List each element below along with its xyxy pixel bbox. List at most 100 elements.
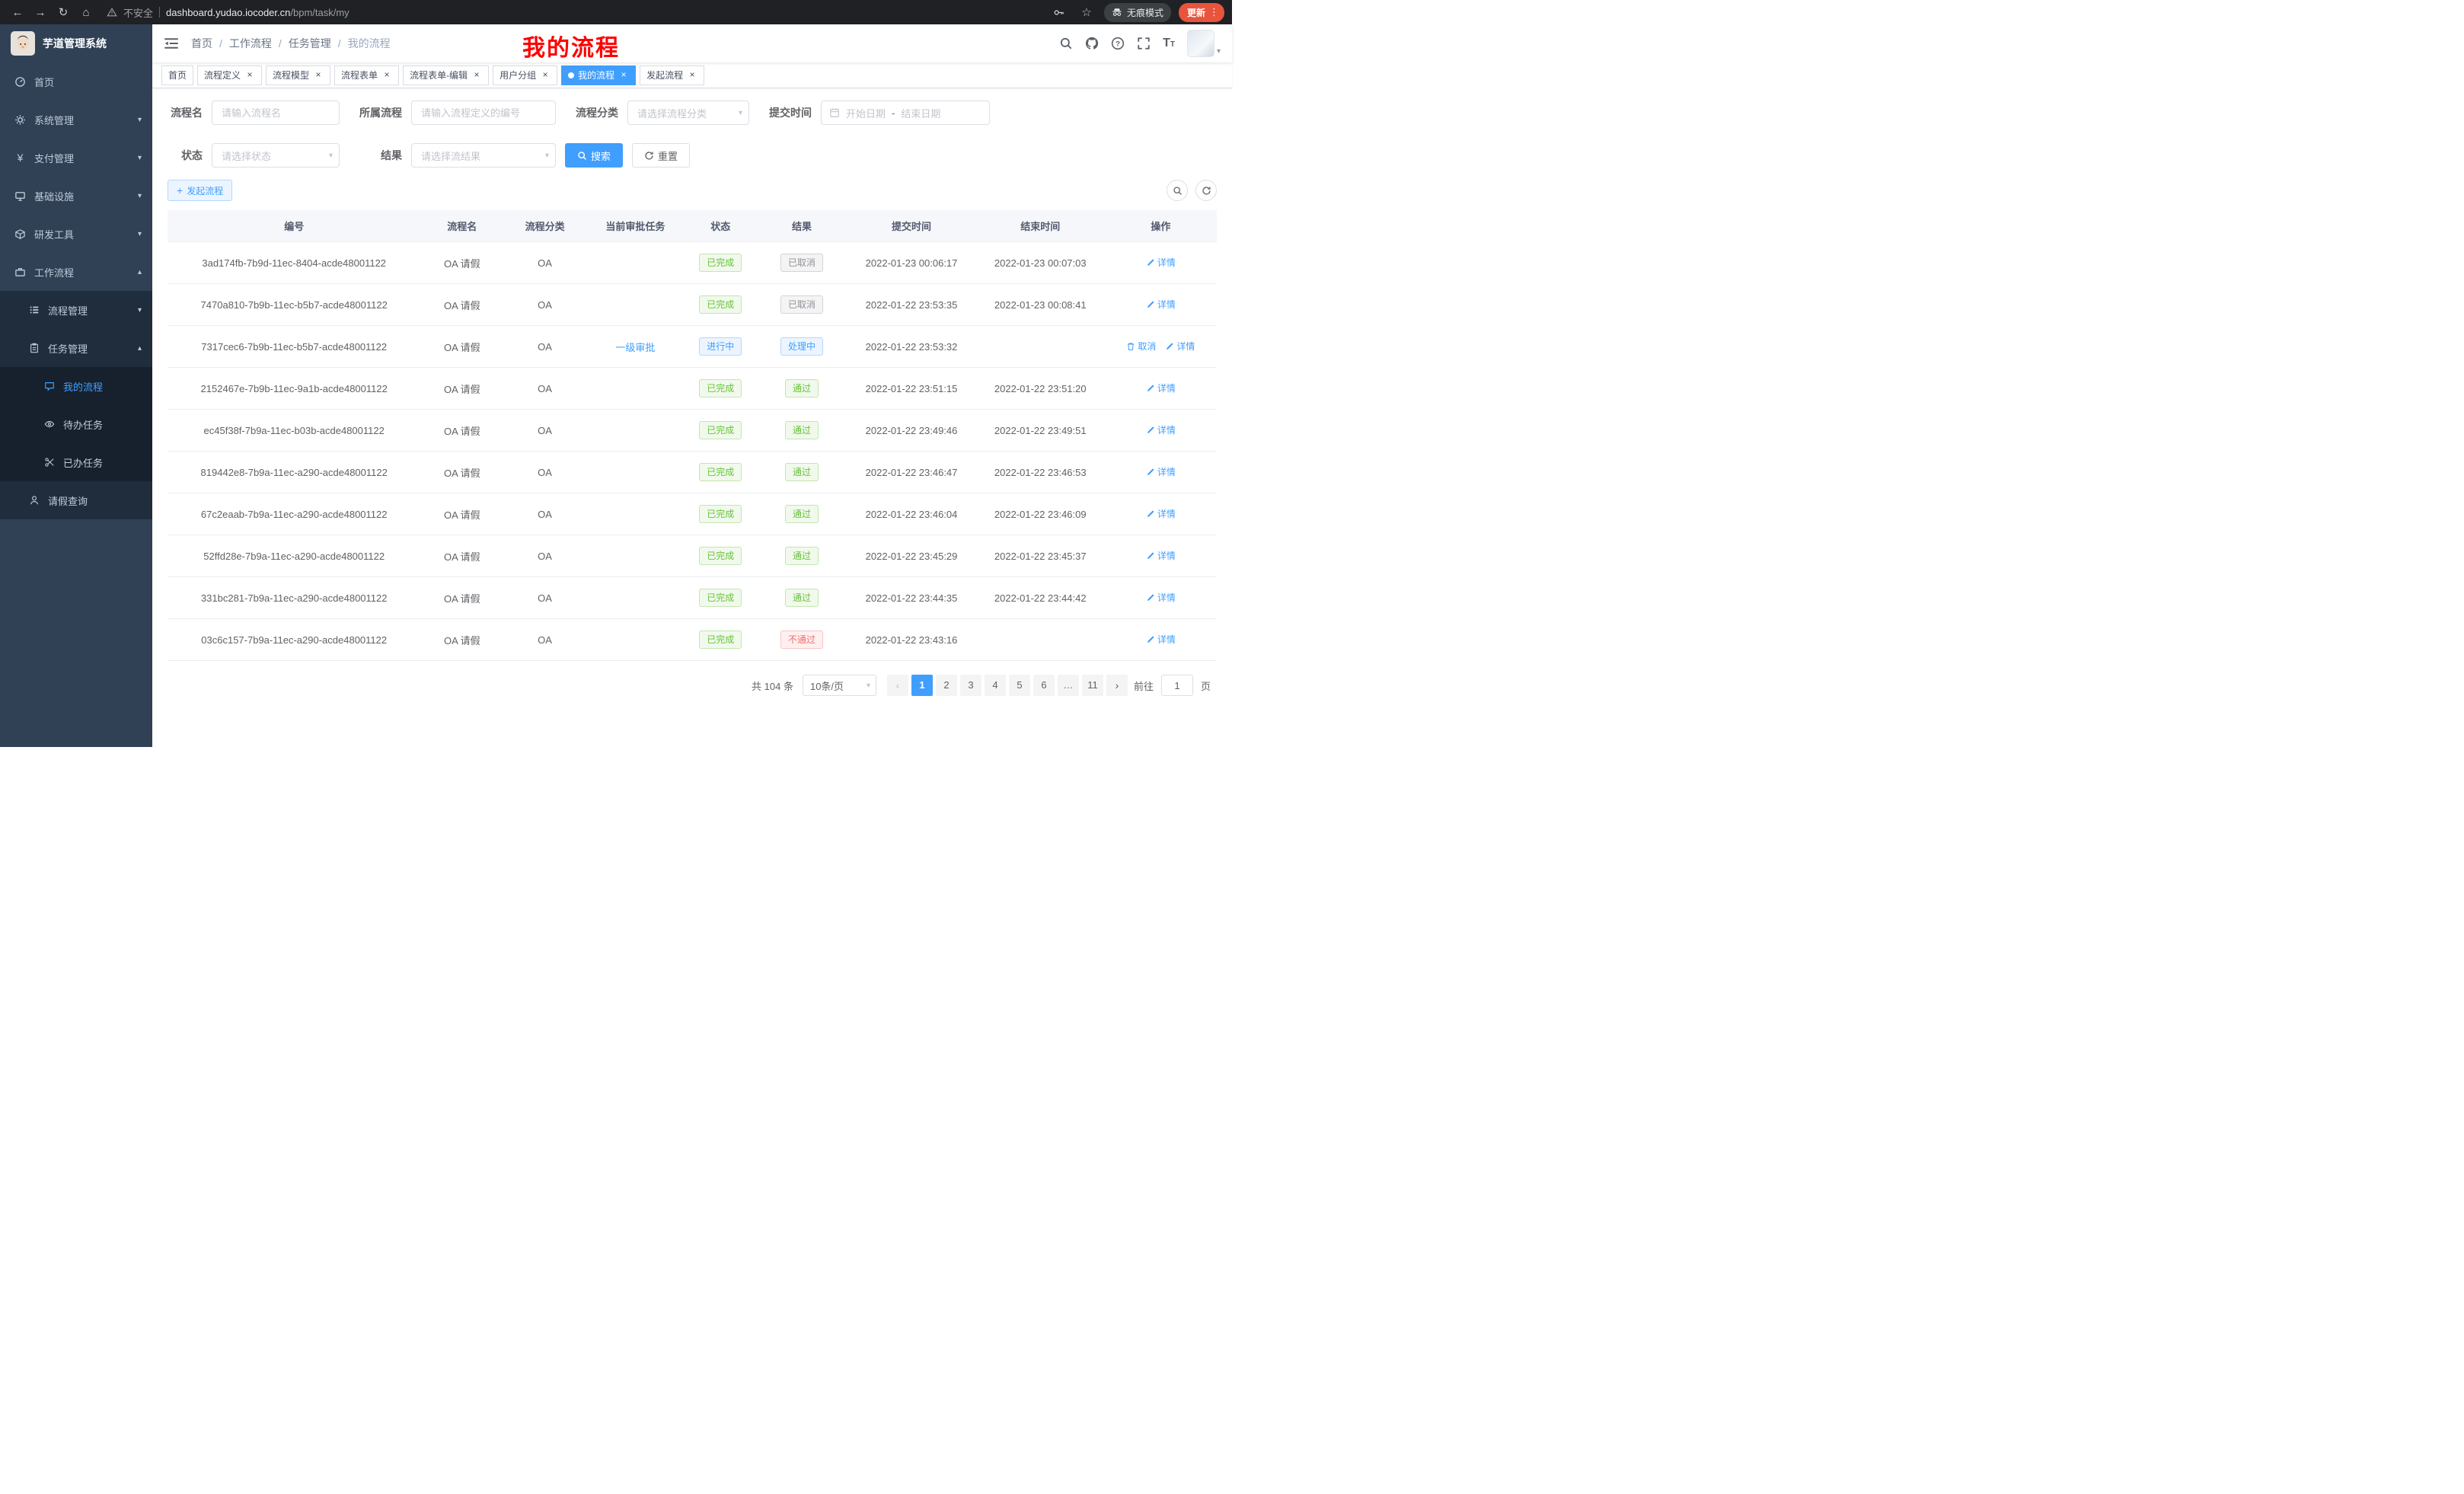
pager-more-icon[interactable]: … <box>1058 675 1079 696</box>
next-page-button[interactable]: › <box>1106 675 1128 696</box>
cancel-action-link[interactable]: 取消 <box>1126 340 1156 353</box>
result-select[interactable]: 请选择流结果 ▾ <box>411 143 556 168</box>
tag-item[interactable]: 首页 <box>161 65 193 85</box>
page-button[interactable]: 3 <box>960 675 981 696</box>
sidebar-item-task-mgmt[interactable]: 任务管理 ▴ <box>0 329 152 367</box>
close-icon[interactable]: × <box>687 70 697 81</box>
tag-item[interactable]: 发起流程 × <box>640 65 704 85</box>
sidebar-item-payment[interactable]: ¥ 支付管理 ▾ <box>0 139 152 177</box>
tag-item[interactable]: 用户分组× <box>493 65 557 85</box>
category-select[interactable]: 请选择流程分类 ▾ <box>627 101 749 125</box>
tag-item[interactable]: 流程定义× <box>197 65 262 85</box>
reset-button[interactable]: 重置 <box>632 143 690 168</box>
detail-action-link[interactable]: 详情 <box>1146 423 1176 436</box>
bookmark-star-icon[interactable]: ☆ <box>1077 2 1096 22</box>
prev-page-button[interactable]: ‹ <box>887 675 908 696</box>
close-icon[interactable]: × <box>540 70 551 81</box>
detail-action-link[interactable]: 详情 <box>1146 633 1176 646</box>
chat-bubble-icon <box>43 381 56 391</box>
sidebar-item-done-tasks[interactable]: 已办任务 <box>0 443 152 481</box>
submit-time-range[interactable]: 开始日期 - 结束日期 <box>821 101 990 125</box>
cell-actions: 详情 <box>1105 368 1217 410</box>
cell-category: OA <box>503 577 586 619</box>
tag-item[interactable]: 我的流程× <box>561 65 636 85</box>
gear-icon <box>14 114 27 126</box>
update-button[interactable]: 更新 ⋮ <box>1179 3 1224 22</box>
key-icon[interactable] <box>1049 2 1069 22</box>
cell-category: OA <box>503 410 586 452</box>
fullscreen-icon[interactable] <box>1137 37 1151 50</box>
page-button[interactable]: 5 <box>1009 675 1030 696</box>
create-process-button[interactable]: + 发起流程 <box>168 180 232 201</box>
status-select[interactable]: 请选择状态 ▾ <box>212 143 340 168</box>
tag-item[interactable]: 流程模型× <box>266 65 330 85</box>
close-icon[interactable]: × <box>381 70 392 81</box>
detail-action-link[interactable]: 详情 <box>1146 465 1176 478</box>
help-icon[interactable]: ? <box>1111 37 1125 50</box>
cell-end-time: 2022-01-22 23:45:37 <box>976 535 1105 577</box>
logo-image <box>11 31 35 56</box>
page-button[interactable]: 6 <box>1033 675 1055 696</box>
detail-action-link[interactable]: 详情 <box>1146 298 1176 311</box>
chevron-down-icon: ▾ <box>138 154 142 162</box>
user-menu[interactable]: ▾ <box>1187 30 1221 57</box>
close-icon[interactable]: × <box>244 70 255 81</box>
detail-action-link[interactable]: 详情 <box>1146 591 1176 604</box>
table-row: 52ffd28e-7b9a-11ec-a290-acde48001122OA 请… <box>168 535 1217 577</box>
process-def-input[interactable] <box>411 101 556 125</box>
sidebar-item-my-process[interactable]: 我的流程 <box>0 367 152 405</box>
menu-kebab-icon[interactable]: ⋮ <box>1209 6 1219 18</box>
cell-submit-time: 2022-01-22 23:46:47 <box>847 452 975 493</box>
back-icon[interactable]: ← <box>8 2 27 22</box>
breadcrumb-item[interactable]: 任务管理 <box>289 36 331 51</box>
app-logo[interactable]: 芋道管理系统 <box>0 24 152 62</box>
github-icon[interactable] <box>1085 37 1099 50</box>
forward-icon[interactable]: → <box>30 2 50 22</box>
home-icon[interactable]: ⌂ <box>76 2 96 22</box>
detail-action-link[interactable]: 详情 <box>1146 549 1176 562</box>
detail-action-link[interactable]: 详情 <box>1146 256 1176 269</box>
url-text[interactable]: dashboard.yudao.iocoder.cn/bpm/task/my <box>166 7 349 18</box>
tag-label: 发起流程 <box>646 69 683 81</box>
sidebar-item-leave-query[interactable]: 请假查询 <box>0 481 152 519</box>
sidebar-item-devtools[interactable]: 研发工具 ▾ <box>0 215 152 253</box>
detail-action-link[interactable]: 详情 <box>1146 381 1176 394</box>
sidebar-item-infra[interactable]: 基础设施 ▾ <box>0 177 152 215</box>
process-name-input[interactable] <box>212 101 340 125</box>
address-bar[interactable]: 不安全 dashboard.yudao.iocoder.cn/bpm/task/… <box>107 5 1046 20</box>
page-button[interactable]: 1 <box>911 675 933 696</box>
sidebar-item-todo-tasks[interactable]: 待办任务 <box>0 405 152 443</box>
tag-item[interactable]: 流程表单× <box>334 65 399 85</box>
sidebar-item-process-mgmt[interactable]: 流程管理 ▾ <box>0 291 152 329</box>
page-size-select[interactable]: 10条/页 ▾ <box>803 675 876 696</box>
search-icon[interactable] <box>1059 37 1073 50</box>
table-row: 03c6c157-7b9a-11ec-a290-acde48001122OA 请… <box>168 619 1217 661</box>
goto-page-input[interactable] <box>1161 675 1193 696</box>
page-button[interactable]: 4 <box>985 675 1006 696</box>
tag-item[interactable]: 流程表单-编辑× <box>403 65 489 85</box>
page-button[interactable]: 2 <box>936 675 957 696</box>
menu-fold-icon[interactable] <box>164 36 179 51</box>
close-icon[interactable]: × <box>618 70 629 81</box>
breadcrumb-item[interactable]: 首页 <box>191 36 212 51</box>
page-button[interactable]: 11 <box>1082 675 1103 696</box>
font-size-icon[interactable]: TT <box>1163 37 1175 49</box>
avatar[interactable] <box>1187 30 1214 57</box>
security-label[interactable]: 不安全 <box>123 5 153 20</box>
refresh-button[interactable] <box>1195 180 1217 201</box>
search-button[interactable]: 搜索 <box>565 143 623 168</box>
toggle-search-button[interactable] <box>1167 180 1188 201</box>
detail-action-link[interactable]: 详情 <box>1165 340 1195 353</box>
close-icon[interactable]: × <box>313 70 324 81</box>
sidebar-item-workflow[interactable]: 工作流程 ▴ <box>0 253 152 291</box>
incognito-badge: 无痕模式 <box>1104 3 1171 22</box>
chevron-down-icon: ▾ <box>138 192 142 200</box>
close-icon[interactable]: × <box>471 70 482 81</box>
reload-icon[interactable]: ↻ <box>53 2 73 22</box>
detail-action-link[interactable]: 详情 <box>1146 507 1176 520</box>
breadcrumb-item[interactable]: 工作流程 <box>229 36 272 51</box>
sidebar-item-home[interactable]: 首页 <box>0 62 152 101</box>
cell-current-task <box>586 493 685 535</box>
current-task-link[interactable]: 一级审批 <box>615 342 655 353</box>
sidebar-item-system[interactable]: 系统管理 ▾ <box>0 101 152 139</box>
